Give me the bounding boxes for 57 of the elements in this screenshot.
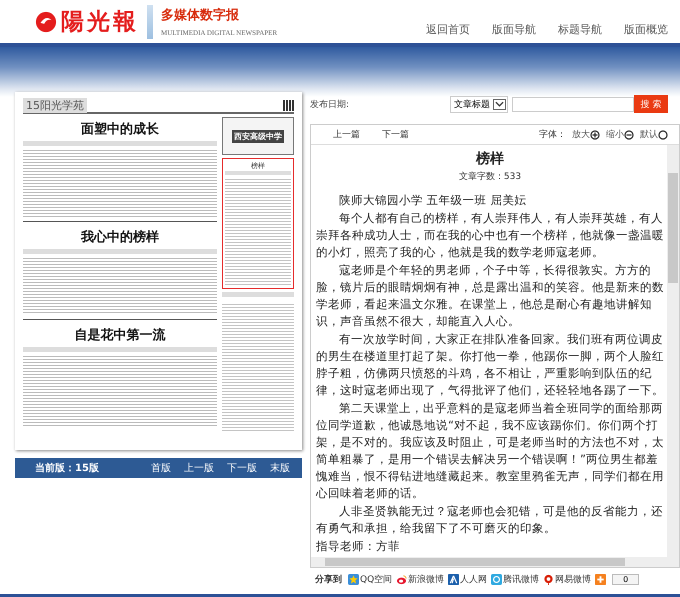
font-size-button[interactable]: 默认 — [640, 128, 668, 141]
star-icon — [348, 574, 359, 584]
people-icon — [448, 574, 460, 584]
zoom-out-icon — [624, 130, 634, 140]
byline-drawing — [222, 292, 294, 297]
vertical-scrollbar[interactable] — [667, 145, 679, 557]
caret-icon — [495, 101, 504, 107]
advertisement: 西安高级中学 — [222, 117, 294, 155]
page-label: 15阳光学苑 — [23, 98, 87, 112]
font-size-button[interactable]: 放大 — [572, 128, 600, 141]
article-headline[interactable]: 自是花中第一流 — [72, 325, 168, 345]
product-title: 多媒体数字报 — [161, 6, 240, 24]
share-label: 分享到 — [315, 573, 342, 586]
qr-code-icon — [283, 100, 294, 110]
article-paragraph: 寇老师是个年轻的男老师，个子中等，长得很敦实。方方的脸，镜片后的眼睛炯炯有神，总是露出温和的笑容。他是新来的数学老师，看起来温文尔雅。在课堂上，他总是耐心有趣地讲解知识，声音虽然不很大，却能直入人心。 — [316, 262, 664, 330]
article-headline[interactable]: 面塑中的成长 — [79, 119, 161, 139]
pin-icon — [543, 574, 554, 584]
search-field[interactable] — [512, 96, 634, 112]
more-share-icon[interactable] — [595, 574, 606, 584]
page-link[interactable]: 首版 — [151, 461, 171, 475]
nav-link[interactable]: 标题导航 — [558, 22, 602, 37]
article-title: 榜样 — [474, 150, 505, 168]
current-page-label: 当前版：15版 — [35, 462, 99, 475]
page-link[interactable]: 下一版 — [227, 461, 257, 475]
font-label: 字体： — [539, 128, 566, 141]
search-button[interactable]: 搜 索 — [634, 95, 668, 113]
article-paragraph: 第二天课堂上，出乎意料的是寇老师当着全班同学的面给那两位同学道歉，他诚恳地说“对不起，我不应该踢你们。你们两个打架，是不对的。我应该及时阻止，可是老师当时的方法也不对，太简单粗暴了，是用一个错误去解决另一个错误啊！”两位男生都羞愧难当，恨不得钻进地缝藏起来。教室里鸦雀无声，同学们都在用心回味着老师的话。 — [316, 400, 664, 502]
word-count: 文章字数：533 — [458, 170, 522, 183]
prev-article-link[interactable]: 上一篇 — [333, 128, 360, 141]
article-paragraph: 每个人都有自己的榜样，有人崇拜伟人，有人崇拜英雄，有人崇拜各种成功人士，而在我的心中也有一个榜样，他就像一盏温暖的小灯，照亮了我的心，他就是我的数学老师寇老师。 — [316, 210, 664, 261]
logo-icon — [35, 10, 57, 32]
divider-bar — [147, 4, 153, 38]
circle-icon — [658, 130, 668, 140]
nav-link[interactable]: 版面导航 — [492, 22, 536, 37]
ring-icon — [491, 574, 502, 584]
zoom-in-icon — [590, 130, 600, 140]
share-link[interactable]: 人人网 — [448, 572, 488, 586]
nav-link[interactable]: 版面概览 — [624, 22, 668, 37]
article-headline[interactable]: 我心中的榜样 — [79, 227, 161, 247]
article-paragraph: 陕师大锦园小学 五年级一班 屈美妘 — [338, 192, 528, 209]
article-paragraph: 有一次放学时间，大家正在排队准备回家。我们班有两位调皮的男生在楼道里打起了架。你打他一拳，他踢你一脚，两个人脸红脖子粗，仿佛两只愤怒的斗鸡，各不相让，严重影响到队伍的纪律，这时寇老师出现了，气得批评了他们，还轻轻地各踢了一下。 — [316, 331, 664, 399]
share-link[interactable]: 网易微博 — [543, 572, 592, 586]
share-link[interactable]: QQ空间 — [348, 572, 392, 586]
next-article-link[interactable]: 下一篇 — [382, 128, 409, 141]
page-link[interactable]: 末版 — [270, 461, 290, 475]
date-label: 发布日期: — [310, 98, 350, 110]
font-size-button[interactable]: 缩小 — [606, 128, 634, 141]
article-paragraph: 人非圣贤孰能无过？寇老师也会犯错，可是他的反省能力，还有勇气和承担，给我留下了不可磨灭的印象。 — [316, 503, 664, 537]
logo-text: 陽光報 — [61, 7, 139, 37]
horizontal-scrollbar[interactable] — [311, 557, 679, 567]
share-link[interactable]: 腾讯微博 — [491, 572, 540, 586]
nav-link[interactable]: 返回首页 — [426, 22, 470, 37]
page-link[interactable]: 上一版 — [184, 461, 214, 475]
advisor-credit: 指导老师：方菲 — [316, 538, 401, 555]
share-link[interactable]: 新浪微博 — [396, 572, 444, 586]
share-count: 0 — [612, 574, 640, 584]
search-type-dropdown[interactable]: 文章标题 — [450, 96, 508, 112]
